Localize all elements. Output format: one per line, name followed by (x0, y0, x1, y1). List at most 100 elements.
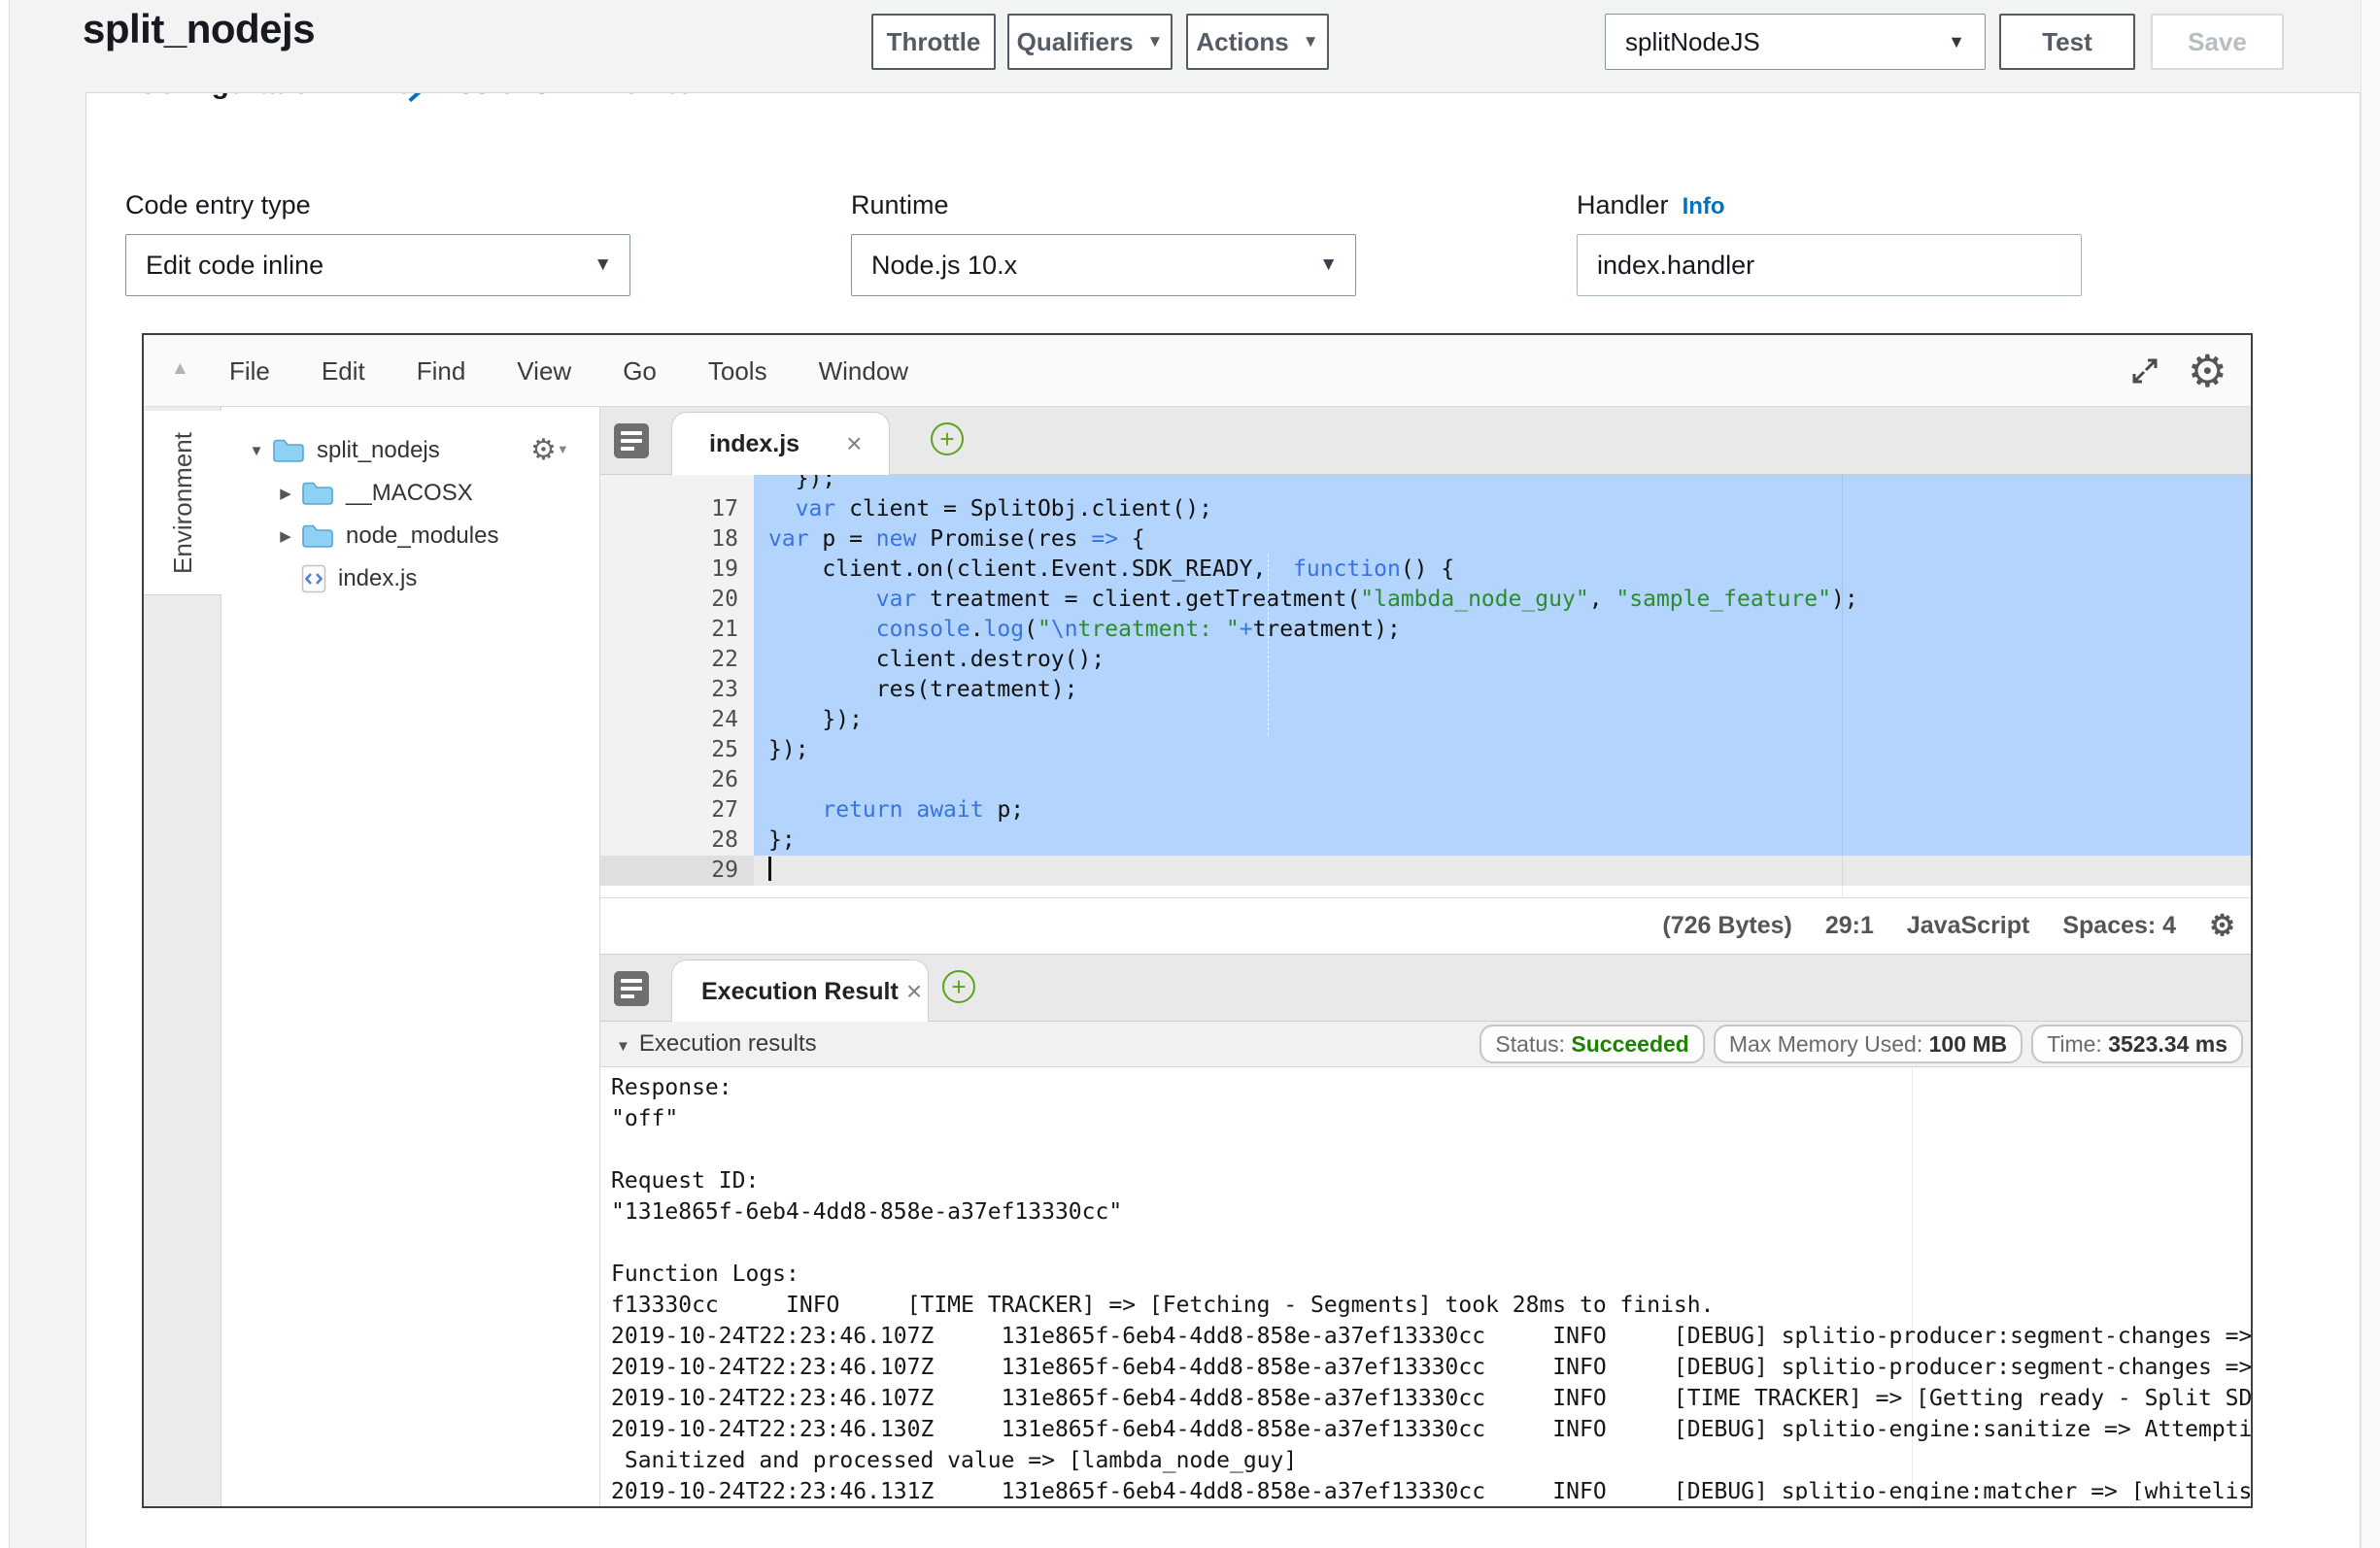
statusbar-gear-icon[interactable]: ⚙ (2209, 909, 2235, 943)
handler-input[interactable]: index.handler (1577, 234, 2082, 296)
tree-item-index-js[interactable]: index.js (221, 557, 600, 600)
runtime-select[interactable]: Node.js 10.x ▼ (851, 234, 1356, 296)
qualifiers-label: Qualifiers (1017, 27, 1134, 57)
menu-tools[interactable]: Tools (708, 356, 767, 387)
code-line-24[interactable]: 24 }); (600, 705, 2251, 735)
code-line-17[interactable]: 17 var client = SplitObj.client(); (600, 494, 2251, 524)
clipped-header-remnant: Configuration Permissions Monitoring (137, 93, 720, 102)
code-line-25[interactable]: 25}); (600, 735, 2251, 765)
line-number[interactable]: 20 (600, 585, 754, 615)
menu-window[interactable]: Window (819, 356, 908, 387)
tree-item-node-modules[interactable]: ▶ node_modules (221, 515, 600, 557)
code-content[interactable]: });17 var client = SplitObj.client();18v… (600, 475, 2251, 897)
throttle-button[interactable]: Throttle (871, 14, 996, 70)
code-entry-type-select[interactable]: Edit code inline ▼ (125, 234, 630, 296)
close-icon[interactable]: × (906, 976, 922, 1007)
new-tab-button[interactable]: + (931, 422, 964, 455)
menu-find[interactable]: Find (417, 356, 466, 387)
line-number[interactable]: 25 (600, 735, 754, 765)
test-event-select[interactable]: splitNodeJS ▼ (1605, 14, 1986, 70)
line-number[interactable]: 22 (600, 645, 754, 675)
function-code-card: Configuration Permissions Monitoring Cod… (85, 92, 2361, 1548)
tree-item-label: node_modules (346, 522, 498, 550)
line-number[interactable]: 18 (600, 524, 754, 555)
line-number[interactable]: 23 (600, 675, 754, 705)
code-line-23[interactable]: 23 res(treatment); (600, 675, 2251, 705)
clipped-blue-mark (407, 93, 423, 102)
save-button[interactable]: Save (2151, 14, 2284, 70)
tree-item-label: index.js (338, 565, 417, 592)
code-entry-type-value: Edit code inline (146, 251, 323, 281)
line-number[interactable]: 24 (600, 705, 754, 735)
tab-list-icon[interactable] (614, 423, 649, 458)
code-line-22[interactable]: 22 client.destroy(); (600, 645, 2251, 675)
editor-right-pane: index.js × + });17 var client = SplitObj… (600, 407, 2251, 1506)
handler-info-link[interactable]: Info (1683, 193, 1725, 219)
log-line: "off" (611, 1103, 2251, 1134)
line-number[interactable]: 19 (600, 555, 754, 585)
tree-caret-icon[interactable]: ▼ (247, 443, 266, 459)
badge-max-memory-used-: Max Memory Used: 100 MB (1714, 1025, 2023, 1063)
line-number[interactable]: 29 (600, 856, 754, 886)
code-line-19[interactable]: 19 client.on(client.Event.SDK_READY, fun… (600, 555, 2251, 585)
tree-item-split-nodejs[interactable]: ▼split_nodejs⚙▼ (221, 429, 600, 472)
code-line-20[interactable]: 20 var treatment = client.getTreatment("… (600, 585, 2251, 615)
test-label: Test (2042, 27, 2092, 57)
lambda-console: split_nodejs Throttle Qualifiers ▼ Actio… (0, 0, 2380, 1548)
actions-label: Actions (1196, 27, 1288, 57)
tree-settings-gear-icon[interactable]: ⚙▼ (530, 433, 569, 467)
code-line-29[interactable]: 29 (600, 856, 2251, 886)
cursor-position[interactable]: 29:1 (1825, 912, 1874, 940)
tree-caret-icon[interactable]: ▶ (276, 527, 295, 545)
qualifiers-button[interactable]: Qualifiers ▼ (1007, 14, 1173, 70)
code-line-partial[interactable]: }); (600, 475, 2251, 494)
test-button[interactable]: Test (1999, 14, 2135, 70)
test-event-value: splitNodeJS (1625, 27, 1760, 57)
tab-execution-result-label: Execution Result (701, 978, 899, 1006)
code-line-28[interactable]: 28}; (600, 825, 2251, 856)
code-line-26[interactable]: 26 (600, 765, 2251, 795)
execution-log-output[interactable]: Response:"off" Request ID:"131e865f-6eb4… (600, 1067, 2251, 1500)
line-number[interactable]: 26 (600, 765, 754, 795)
indent-setting[interactable]: Spaces: 4 (2062, 912, 2176, 940)
environment-tab[interactable]: Environment (144, 411, 221, 595)
menu-go[interactable]: Go (623, 356, 657, 387)
execution-results-toggle[interactable]: ▼Execution results (616, 1030, 817, 1058)
result-badges: Status: SucceededMax Memory Used: 100 MB… (1479, 1025, 2243, 1063)
menu-file[interactable]: File (229, 356, 270, 387)
code-line-27[interactable]: 27 return await p; (600, 795, 2251, 825)
save-label: Save (2188, 27, 2247, 57)
new-tab-button[interactable]: + (942, 970, 975, 1003)
close-icon[interactable]: × (846, 428, 862, 459)
tree-item--macosx[interactable]: ▶__MACOSX (221, 472, 600, 515)
line-number[interactable]: 28 (600, 825, 754, 856)
fullscreen-icon[interactable] (2127, 353, 2162, 388)
menu-view[interactable]: View (517, 356, 571, 387)
editor-settings-gear-icon[interactable]: ⚙ (2188, 345, 2227, 397)
chevron-down-icon: ▼ (1319, 254, 1338, 276)
result-tabbar: Execution Result × + (600, 954, 2251, 1022)
code-line-21[interactable]: 21 console.log("\ntreatment: "+treatment… (600, 615, 2251, 645)
collapse-menu-icon[interactable]: ▲ (171, 358, 189, 380)
tree-caret-icon[interactable]: ▶ (276, 485, 295, 502)
tab-execution-result[interactable]: Execution Result × (671, 959, 929, 1023)
indent-guide-line (1268, 555, 1269, 735)
log-line: "131e865f-6eb4-4dd8-858e-a37ef13330cc" (611, 1196, 2251, 1228)
line-number[interactable]: 21 (600, 615, 754, 645)
menu-edit[interactable]: Edit (322, 356, 365, 387)
language-mode[interactable]: JavaScript (1907, 912, 2029, 940)
file-tree-pane: ▼split_nodejs⚙▼▶__MACOSX▶node_modulesind… (221, 407, 600, 1506)
code-line-18[interactable]: 18var p = new Promise(res => { (600, 524, 2251, 555)
tab-index-js[interactable]: index.js × (671, 412, 890, 475)
page-scrollbar[interactable] (2361, 0, 2380, 1548)
actions-button[interactable]: Actions ▼ (1186, 14, 1329, 70)
line-number[interactable] (600, 475, 754, 494)
file-size: (726 Bytes) (1662, 912, 1791, 940)
line-number[interactable]: 17 (600, 494, 754, 524)
line-number[interactable]: 27 (600, 795, 754, 825)
tab-list-icon[interactable] (614, 971, 649, 1006)
log-line: f13330cc INFO [TIME TRACKER] => [Fetchin… (611, 1290, 2251, 1321)
chevron-down-icon: ▼ (594, 254, 612, 276)
folder-icon (301, 522, 334, 550)
print-margin-line (1842, 475, 1843, 897)
